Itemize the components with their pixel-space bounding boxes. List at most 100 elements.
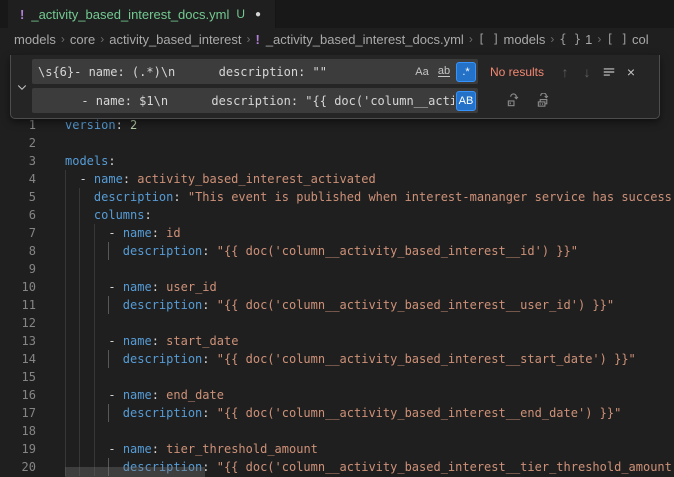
breadcrumb-label: 1 bbox=[585, 32, 592, 47]
code-line[interactable]: 18 bbox=[0, 422, 674, 440]
indent-guide bbox=[65, 296, 66, 314]
find-in-selection-icon bbox=[602, 65, 616, 79]
code-token: models bbox=[65, 154, 108, 168]
preserve-case-button[interactable]: AB bbox=[456, 91, 476, 111]
regex-button[interactable]: .* bbox=[456, 62, 476, 82]
code-line[interactable]: 11 description: "{{ doc('column__activit… bbox=[0, 296, 674, 314]
indent-guide bbox=[65, 332, 66, 350]
code-token: "{{ doc('column__activity_based_interest… bbox=[217, 244, 578, 258]
code-line[interactable]: 3 models: bbox=[0, 152, 674, 170]
symbol-icon: { } bbox=[559, 32, 581, 46]
code-line[interactable]: 19 - name: tier_threshold_amount bbox=[0, 440, 674, 458]
breadcrumb-label: _activity_based_interest_docs.yml bbox=[266, 32, 464, 47]
indent-guide bbox=[65, 260, 66, 278]
chevron-down-icon bbox=[16, 81, 28, 93]
code-text[interactable]: columns: bbox=[65, 206, 674, 224]
code-text[interactable]: description: "{{ doc('column__activity_b… bbox=[65, 296, 674, 314]
indent-guide bbox=[94, 332, 95, 350]
yaml-file-icon: ! bbox=[255, 32, 259, 47]
code-text[interactable]: - name: end_date bbox=[65, 386, 674, 404]
indent-guide bbox=[65, 188, 66, 206]
whole-word-button[interactable]: ab bbox=[434, 62, 454, 82]
code-token: - bbox=[108, 334, 122, 348]
code-token: "This event is published when interest-m… bbox=[188, 190, 672, 204]
code-text[interactable] bbox=[65, 368, 674, 386]
line-number: 9 bbox=[0, 260, 36, 278]
indent-guide bbox=[94, 350, 95, 368]
line-number: 3 bbox=[0, 152, 36, 170]
code-token bbox=[65, 334, 108, 348]
code-text[interactable]: description: "This event is published wh… bbox=[65, 188, 674, 206]
code-line[interactable]: 5 description: "This event is published … bbox=[0, 188, 674, 206]
code-text[interactable]: description: "{{ doc('column__activity_b… bbox=[65, 404, 674, 422]
indent-guide bbox=[94, 404, 95, 422]
breadcrumb-item[interactable]: [ ]models bbox=[478, 32, 546, 47]
horizontal-scrollbar-thumb[interactable] bbox=[65, 467, 205, 477]
breadcrumb-separator: › bbox=[61, 32, 65, 46]
indent-guide bbox=[108, 350, 109, 368]
next-match-button[interactable]: ↓ bbox=[576, 61, 598, 83]
code-text[interactable]: description: "{{ doc('column__activity_b… bbox=[65, 350, 674, 368]
indent-guide bbox=[94, 440, 95, 458]
code-token: : bbox=[152, 226, 166, 240]
code-text[interactable]: - name: id bbox=[65, 224, 674, 242]
tab-active-file[interactable]: ! _activity_based_interest_docs.yml U ● bbox=[8, 0, 276, 28]
code-text[interactable]: - name: start_date bbox=[65, 332, 674, 350]
code-text[interactable] bbox=[65, 422, 674, 440]
code-line[interactable]: 13 - name: start_date bbox=[0, 332, 674, 350]
code-text[interactable] bbox=[65, 314, 674, 332]
code-token: name bbox=[123, 226, 152, 240]
breadcrumb-item[interactable]: ! _activity_based_interest_docs.yml bbox=[255, 32, 463, 47]
breadcrumb-item[interactable]: { } 1 bbox=[559, 32, 592, 47]
code-text[interactable]: - name: tier_threshold_amount bbox=[65, 440, 674, 458]
code-token: : bbox=[173, 190, 187, 204]
code-line[interactable]: 10 - name: user_id bbox=[0, 278, 674, 296]
code-text[interactable]: - name: activity_based_interest_activate… bbox=[65, 170, 674, 188]
code-token: : bbox=[123, 172, 137, 186]
code-line[interactable]: 15 bbox=[0, 368, 674, 386]
code-line[interactable]: 6 columns: bbox=[0, 206, 674, 224]
indent-guide bbox=[79, 368, 80, 386]
find-input[interactable]: \s{6}- name: (.*)\n description: "" Aa a… bbox=[32, 59, 478, 84]
line-number: 10 bbox=[0, 278, 36, 296]
code-line[interactable]: 12 bbox=[0, 314, 674, 332]
find-in-selection-button[interactable] bbox=[598, 61, 620, 83]
match-case-button[interactable]: Aa bbox=[412, 62, 432, 82]
code-text[interactable] bbox=[65, 134, 674, 152]
code-line[interactable]: 8 description: "{{ doc('column__activity… bbox=[0, 242, 674, 260]
indent-guide bbox=[79, 296, 80, 314]
previous-match-button[interactable]: ↑ bbox=[554, 61, 576, 83]
code-text[interactable]: models: bbox=[65, 152, 674, 170]
code-line[interactable]: 17 description: "{{ doc('column__activit… bbox=[0, 404, 674, 422]
indent-guide bbox=[65, 170, 66, 188]
indent-guide bbox=[79, 422, 80, 440]
code-text[interactable]: description: "{{ doc('column__activity_b… bbox=[65, 242, 674, 260]
breadcrumb-item[interactable]: activity_based_interest bbox=[109, 32, 241, 47]
breadcrumb-label: models bbox=[14, 32, 56, 47]
code-token: - bbox=[108, 442, 122, 456]
code-token: columns bbox=[94, 208, 145, 222]
code-text[interactable]: - name: user_id bbox=[65, 278, 674, 296]
modified-indicator-dot[interactable]: ● bbox=[255, 9, 261, 20]
tab-title: _activity_based_interest_docs.yml bbox=[31, 7, 229, 22]
code-line[interactable]: 4 - name: activity_based_interest_activa… bbox=[0, 170, 674, 188]
code-text[interactable] bbox=[65, 260, 674, 278]
indent-guide bbox=[65, 404, 66, 422]
breadcrumb-item[interactable]: core bbox=[70, 32, 95, 47]
indent-guide bbox=[108, 404, 109, 422]
code-line[interactable]: 2 bbox=[0, 134, 674, 152]
toggle-replace-button[interactable] bbox=[11, 55, 32, 118]
code-token: "{{ doc('column__activity_based_interest… bbox=[217, 298, 614, 312]
replace-all-button[interactable] bbox=[532, 90, 554, 112]
replace-button[interactable] bbox=[502, 90, 524, 112]
indent-guide bbox=[65, 422, 66, 440]
code-line[interactable]: 7 - name: id bbox=[0, 224, 674, 242]
breadcrumb-item[interactable]: models bbox=[14, 32, 56, 47]
code-line[interactable]: 16 - name: end_date bbox=[0, 386, 674, 404]
breadcrumb-item[interactable]: [ ]col bbox=[606, 32, 648, 47]
replace-input[interactable]: - name: $1\n description: "{{ doc('colum… bbox=[32, 88, 478, 113]
code-line[interactable]: 9 bbox=[0, 260, 674, 278]
close-button[interactable]: × bbox=[620, 61, 642, 83]
code-line[interactable]: 14 description: "{{ doc('column__activit… bbox=[0, 350, 674, 368]
git-status-badge: U bbox=[236, 7, 245, 21]
